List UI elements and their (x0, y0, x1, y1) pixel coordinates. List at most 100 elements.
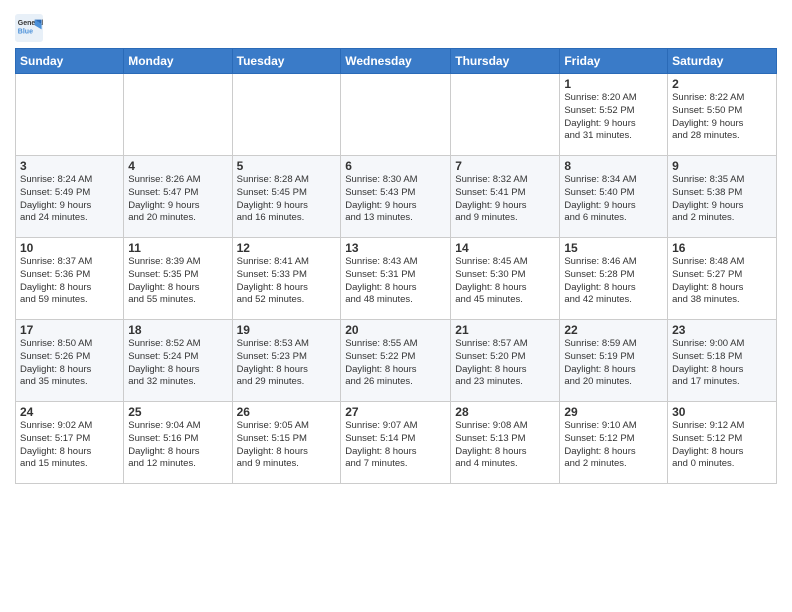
day-number: 8 (564, 159, 663, 173)
day-info: Sunrise: 8:48 AM Sunset: 5:27 PM Dayligh… (672, 256, 772, 307)
calendar-cell: 21Sunrise: 8:57 AM Sunset: 5:20 PM Dayli… (451, 320, 560, 402)
day-number: 14 (455, 241, 555, 255)
day-number: 9 (672, 159, 772, 173)
day-info: Sunrise: 8:32 AM Sunset: 5:41 PM Dayligh… (455, 174, 555, 225)
calendar-cell: 17Sunrise: 8:50 AM Sunset: 5:26 PM Dayli… (16, 320, 124, 402)
calendar-cell: 12Sunrise: 8:41 AM Sunset: 5:33 PM Dayli… (232, 238, 341, 320)
day-info: Sunrise: 8:53 AM Sunset: 5:23 PM Dayligh… (237, 338, 337, 389)
calendar-cell: 29Sunrise: 9:10 AM Sunset: 5:12 PM Dayli… (560, 402, 668, 484)
calendar-cell: 7Sunrise: 8:32 AM Sunset: 5:41 PM Daylig… (451, 156, 560, 238)
day-info: Sunrise: 8:46 AM Sunset: 5:28 PM Dayligh… (564, 256, 663, 307)
calendar-week-4: 24Sunrise: 9:02 AM Sunset: 5:17 PM Dayli… (16, 402, 777, 484)
day-number: 4 (128, 159, 227, 173)
calendar-cell: 8Sunrise: 8:34 AM Sunset: 5:40 PM Daylig… (560, 156, 668, 238)
calendar-cell: 9Sunrise: 8:35 AM Sunset: 5:38 PM Daylig… (668, 156, 777, 238)
day-number: 15 (564, 241, 663, 255)
day-info: Sunrise: 9:12 AM Sunset: 5:12 PM Dayligh… (672, 420, 772, 471)
day-info: Sunrise: 9:05 AM Sunset: 5:15 PM Dayligh… (237, 420, 337, 471)
day-number: 10 (20, 241, 119, 255)
day-info: Sunrise: 8:39 AM Sunset: 5:35 PM Dayligh… (128, 256, 227, 307)
day-info: Sunrise: 8:22 AM Sunset: 5:50 PM Dayligh… (672, 92, 772, 143)
calendar-cell: 16Sunrise: 8:48 AM Sunset: 5:27 PM Dayli… (668, 238, 777, 320)
day-info: Sunrise: 8:24 AM Sunset: 5:49 PM Dayligh… (20, 174, 119, 225)
calendar-header: SundayMondayTuesdayWednesdayThursdayFrid… (16, 49, 777, 74)
logo-icon: General Blue (15, 14, 43, 42)
day-number: 22 (564, 323, 663, 337)
day-number: 2 (672, 77, 772, 91)
day-number: 26 (237, 405, 337, 419)
day-info: Sunrise: 9:02 AM Sunset: 5:17 PM Dayligh… (20, 420, 119, 471)
calendar-cell: 19Sunrise: 8:53 AM Sunset: 5:23 PM Dayli… (232, 320, 341, 402)
day-number: 7 (455, 159, 555, 173)
calendar-table: SundayMondayTuesdayWednesdayThursdayFrid… (15, 48, 777, 484)
weekday-header-friday: Friday (560, 49, 668, 74)
day-number: 16 (672, 241, 772, 255)
calendar-cell: 25Sunrise: 9:04 AM Sunset: 5:16 PM Dayli… (124, 402, 232, 484)
calendar-cell (451, 74, 560, 156)
day-info: Sunrise: 8:52 AM Sunset: 5:24 PM Dayligh… (128, 338, 227, 389)
day-number: 29 (564, 405, 663, 419)
weekday-header-wednesday: Wednesday (341, 49, 451, 74)
day-number: 12 (237, 241, 337, 255)
day-number: 21 (455, 323, 555, 337)
calendar-cell: 30Sunrise: 9:12 AM Sunset: 5:12 PM Dayli… (668, 402, 777, 484)
calendar-week-0: 1Sunrise: 8:20 AM Sunset: 5:52 PM Daylig… (16, 74, 777, 156)
calendar-cell: 5Sunrise: 8:28 AM Sunset: 5:45 PM Daylig… (232, 156, 341, 238)
weekday-header-monday: Monday (124, 49, 232, 74)
day-info: Sunrise: 8:20 AM Sunset: 5:52 PM Dayligh… (564, 92, 663, 143)
day-info: Sunrise: 9:00 AM Sunset: 5:18 PM Dayligh… (672, 338, 772, 389)
day-number: 25 (128, 405, 227, 419)
day-number: 24 (20, 405, 119, 419)
calendar-week-3: 17Sunrise: 8:50 AM Sunset: 5:26 PM Dayli… (16, 320, 777, 402)
day-info: Sunrise: 9:08 AM Sunset: 5:13 PM Dayligh… (455, 420, 555, 471)
day-number: 1 (564, 77, 663, 91)
calendar-cell: 23Sunrise: 9:00 AM Sunset: 5:18 PM Dayli… (668, 320, 777, 402)
calendar-cell (124, 74, 232, 156)
calendar-cell: 18Sunrise: 8:52 AM Sunset: 5:24 PM Dayli… (124, 320, 232, 402)
calendar-cell: 3Sunrise: 8:24 AM Sunset: 5:49 PM Daylig… (16, 156, 124, 238)
day-info: Sunrise: 8:55 AM Sunset: 5:22 PM Dayligh… (345, 338, 446, 389)
svg-text:Blue: Blue (18, 29, 33, 36)
calendar-cell: 14Sunrise: 8:45 AM Sunset: 5:30 PM Dayli… (451, 238, 560, 320)
logo: General Blue (15, 14, 45, 42)
day-info: Sunrise: 8:41 AM Sunset: 5:33 PM Dayligh… (237, 256, 337, 307)
calendar-cell: 20Sunrise: 8:55 AM Sunset: 5:22 PM Dayli… (341, 320, 451, 402)
day-info: Sunrise: 8:28 AM Sunset: 5:45 PM Dayligh… (237, 174, 337, 225)
day-number: 27 (345, 405, 446, 419)
day-number: 20 (345, 323, 446, 337)
day-number: 11 (128, 241, 227, 255)
calendar-cell: 24Sunrise: 9:02 AM Sunset: 5:17 PM Dayli… (16, 402, 124, 484)
day-info: Sunrise: 8:43 AM Sunset: 5:31 PM Dayligh… (345, 256, 446, 307)
calendar-cell: 13Sunrise: 8:43 AM Sunset: 5:31 PM Dayli… (341, 238, 451, 320)
calendar-cell: 27Sunrise: 9:07 AM Sunset: 5:14 PM Dayli… (341, 402, 451, 484)
calendar-cell: 10Sunrise: 8:37 AM Sunset: 5:36 PM Dayli… (16, 238, 124, 320)
calendar-cell (341, 74, 451, 156)
day-number: 6 (345, 159, 446, 173)
calendar-cell: 2Sunrise: 8:22 AM Sunset: 5:50 PM Daylig… (668, 74, 777, 156)
weekday-header-tuesday: Tuesday (232, 49, 341, 74)
calendar-week-1: 3Sunrise: 8:24 AM Sunset: 5:49 PM Daylig… (16, 156, 777, 238)
calendar-cell (16, 74, 124, 156)
day-info: Sunrise: 9:07 AM Sunset: 5:14 PM Dayligh… (345, 420, 446, 471)
calendar-cell: 22Sunrise: 8:59 AM Sunset: 5:19 PM Dayli… (560, 320, 668, 402)
page-header: General Blue (15, 10, 777, 42)
day-info: Sunrise: 8:45 AM Sunset: 5:30 PM Dayligh… (455, 256, 555, 307)
day-info: Sunrise: 8:34 AM Sunset: 5:40 PM Dayligh… (564, 174, 663, 225)
day-number: 17 (20, 323, 119, 337)
day-number: 19 (237, 323, 337, 337)
day-info: Sunrise: 9:10 AM Sunset: 5:12 PM Dayligh… (564, 420, 663, 471)
day-number: 3 (20, 159, 119, 173)
day-number: 23 (672, 323, 772, 337)
day-info: Sunrise: 8:30 AM Sunset: 5:43 PM Dayligh… (345, 174, 446, 225)
day-info: Sunrise: 8:35 AM Sunset: 5:38 PM Dayligh… (672, 174, 772, 225)
day-info: Sunrise: 8:50 AM Sunset: 5:26 PM Dayligh… (20, 338, 119, 389)
day-number: 28 (455, 405, 555, 419)
calendar-cell: 15Sunrise: 8:46 AM Sunset: 5:28 PM Dayli… (560, 238, 668, 320)
day-info: Sunrise: 8:37 AM Sunset: 5:36 PM Dayligh… (20, 256, 119, 307)
day-number: 18 (128, 323, 227, 337)
day-info: Sunrise: 9:04 AM Sunset: 5:16 PM Dayligh… (128, 420, 227, 471)
weekday-header-sunday: Sunday (16, 49, 124, 74)
weekday-header-saturday: Saturday (668, 49, 777, 74)
calendar-cell: 1Sunrise: 8:20 AM Sunset: 5:52 PM Daylig… (560, 74, 668, 156)
day-number: 30 (672, 405, 772, 419)
